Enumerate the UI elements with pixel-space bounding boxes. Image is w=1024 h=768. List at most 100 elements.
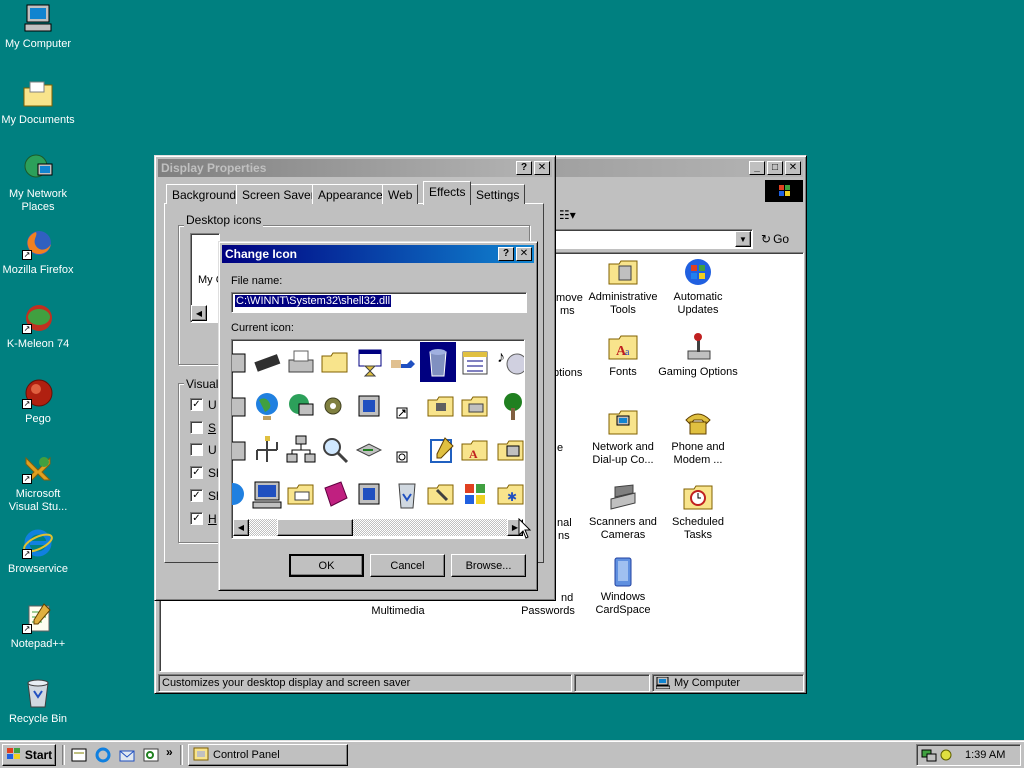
ok-button[interactable]: OK (289, 554, 364, 577)
icon-cell[interactable] (494, 432, 524, 468)
cp-item-passwords-label[interactable]: Passwords (508, 605, 588, 617)
icon-list[interactable]: ♪ A ✱ (231, 339, 525, 539)
browse-button[interactable]: Browse... (451, 554, 526, 577)
file-name-input[interactable]: C:\WINNT\System32\shell32.dll (231, 292, 527, 313)
icon-cell[interactable]: ♪ (494, 344, 524, 380)
cp-item-windows-cardspace[interactable]: Windows CardSpace (583, 556, 663, 617)
help-button[interactable]: ? (516, 161, 532, 175)
icon-cell-selected[interactable] (420, 342, 456, 382)
address-field[interactable] (551, 229, 753, 249)
quick-launch-overflow-icon[interactable]: » (166, 745, 173, 759)
minimize-button[interactable]: _ (749, 161, 765, 175)
desktop-icon-notepad-plus-plus[interactable]: ↗ Notepad++ (0, 602, 76, 651)
desktop-icon-k-meleon[interactable]: ↗ K-Meleon 74 (0, 302, 76, 351)
clock[interactable]: 1:39 AM (965, 749, 1005, 761)
cp-item-fonts[interactable]: Aa Fonts (583, 331, 663, 379)
start-button[interactable]: Start (2, 744, 56, 766)
effect-checkbox-4[interactable]: ✓ (190, 466, 203, 479)
icon-cell[interactable] (232, 388, 250, 424)
icon-cell[interactable] (250, 432, 284, 468)
icon-cell[interactable] (250, 388, 284, 424)
list-scroll-left-button[interactable]: ◀ (191, 305, 207, 321)
cp-item-phone-and-modem[interactable]: Phone and Modem ... (658, 406, 738, 467)
tab-settings[interactable]: Settings (470, 184, 526, 204)
icon-cell[interactable] (390, 476, 424, 512)
desktop-icon-pego[interactable]: ↗ Pego (0, 377, 76, 426)
icon-cell[interactable] (352, 344, 386, 380)
views-icon[interactable]: ☷▾ (559, 208, 581, 222)
icon-cell[interactable] (232, 476, 250, 512)
cancel-button[interactable]: Cancel (370, 554, 445, 577)
tab-screen-saver[interactable]: Screen Saver (236, 184, 321, 204)
icon-list-scrollbar[interactable]: ◀ ▶ (233, 519, 523, 536)
icon-cell[interactable] (386, 432, 420, 468)
icon-cell[interactable] (318, 476, 352, 512)
icon-cell[interactable] (352, 432, 386, 468)
cp-item-gaming-options[interactable]: Gaming Options (658, 331, 738, 379)
cp-item-scheduled-tasks[interactable]: Scheduled Tasks (658, 481, 738, 542)
desktop-icon-visual-studio[interactable]: ↗ Microsoft Visual Stu... (0, 452, 76, 514)
task-control-panel[interactable]: Control Panel (188, 744, 348, 766)
network-tray-icon[interactable] (921, 748, 937, 762)
icon-cell[interactable] (318, 432, 352, 468)
icon-cell[interactable] (284, 432, 318, 468)
address-dropdown-button[interactable]: ▼ (735, 231, 751, 247)
maximize-button[interactable]: □ (767, 161, 783, 175)
tab-web[interactable]: Web (382, 184, 419, 204)
desktop-icon-mozilla-firefox[interactable]: ↗ Mozilla Firefox (0, 228, 76, 277)
icon-cell[interactable] (284, 476, 318, 512)
desktop-icon-my-documents[interactable]: My Documents (0, 78, 76, 127)
scroll-thumb[interactable] (277, 519, 353, 536)
close-button[interactable]: ✕ (785, 161, 801, 175)
effect-checkbox-2[interactable] (190, 421, 203, 434)
tab-effects[interactable]: Effects (423, 181, 472, 205)
icon-cell[interactable] (232, 432, 250, 468)
change-icon-dialog[interactable]: Change Icon ? ✕ File name: C:\WINNT\Syst… (218, 241, 538, 591)
icon-cell[interactable] (250, 344, 284, 380)
icon-cell[interactable]: A (458, 432, 492, 468)
icon-cell[interactable]: ✱ (494, 476, 524, 512)
icon-cell[interactable] (424, 476, 458, 512)
show-desktop-icon[interactable] (70, 747, 88, 763)
cp-item-automatic-updates[interactable]: Automatic Updates (658, 256, 738, 317)
display-properties-titlebar[interactable]: Display Properties ? ✕ (158, 159, 552, 177)
desktop-icon-recycle-bin[interactable]: Recycle Bin (0, 677, 76, 726)
effect-checkbox-6[interactable]: ✓ (190, 512, 203, 525)
icon-cell[interactable] (494, 388, 524, 424)
internet-explorer-icon[interactable] (94, 747, 112, 763)
icon-cell[interactable] (250, 476, 284, 512)
outlook-express-icon[interactable] (118, 747, 136, 763)
icon-cell[interactable] (458, 344, 492, 380)
tab-appearance[interactable]: Appearance (312, 184, 389, 204)
icon-cell[interactable] (232, 344, 250, 380)
desktop-icon-my-network-places[interactable]: My Network Places (0, 152, 76, 214)
cp-item-network-dialup[interactable]: Network and Dial-up Co... (583, 406, 663, 467)
volume-tray-icon[interactable] (939, 748, 953, 762)
icon-cell[interactable] (458, 476, 492, 512)
effect-checkbox-1[interactable]: ✓ (190, 398, 203, 411)
desktop-icon-browservice[interactable]: ↗ Browservice (0, 527, 76, 576)
scroll-left-button[interactable]: ◀ (233, 519, 249, 536)
icon-cell[interactable] (318, 388, 352, 424)
cp-item-scanners-and-cameras[interactable]: Scanners and Cameras (583, 481, 663, 542)
icon-cell[interactable] (386, 388, 420, 424)
icon-cell[interactable] (318, 344, 352, 380)
cp-item-multimedia-label[interactable]: Multimedia (358, 605, 438, 617)
effect-checkbox-3[interactable] (190, 443, 203, 456)
icon-cell[interactable] (424, 432, 458, 468)
desktop-icon-my-computer[interactable]: My Computer (0, 2, 76, 51)
close-button[interactable]: ✕ (516, 247, 532, 261)
icon-cell[interactable] (458, 388, 492, 424)
quick-launch-find-icon[interactable] (142, 747, 160, 763)
cp-item-administrative-tools[interactable]: Administrative Tools (583, 256, 663, 317)
go-button[interactable]: ↻ Go (761, 231, 789, 247)
icon-cell[interactable] (352, 388, 386, 424)
icon-cell[interactable] (284, 344, 318, 380)
tab-background[interactable]: Background (166, 184, 243, 204)
icon-cell[interactable] (284, 388, 318, 424)
icon-cell[interactable] (386, 344, 420, 380)
close-button[interactable]: ✕ (534, 161, 550, 175)
icon-cell[interactable] (424, 388, 458, 424)
change-icon-titlebar[interactable]: Change Icon ? ✕ (222, 245, 534, 263)
icon-cell[interactable] (352, 476, 386, 512)
